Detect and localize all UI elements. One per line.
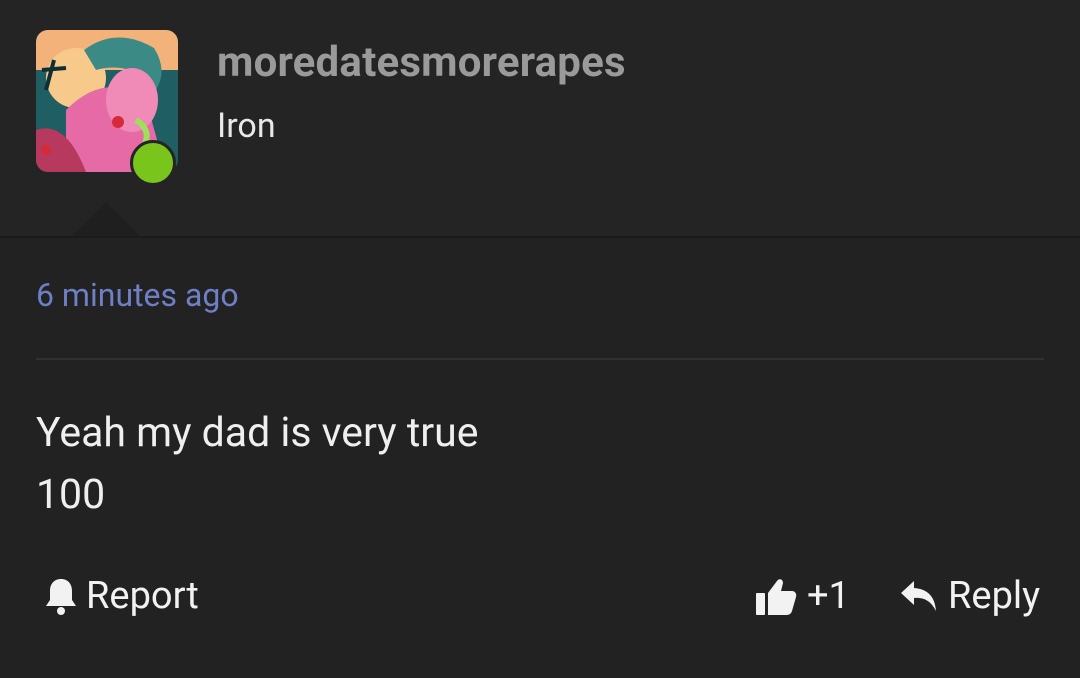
reply-button[interactable]: Reply <box>900 574 1040 618</box>
report-label: Report <box>86 574 199 618</box>
post-body-line: 100 <box>36 471 106 519</box>
post-header: moredatesmorerapes Iron <box>0 0 1080 238</box>
reply-label: Reply <box>948 574 1041 618</box>
report-button[interactable]: Report <box>44 574 199 618</box>
post-timestamp[interactable]: 6 minutes ago <box>36 276 239 314</box>
bell-icon <box>46 579 76 615</box>
reply-arrow-icon <box>901 581 936 611</box>
like-button[interactable]: +1 <box>755 574 850 618</box>
like-count: +1 <box>807 574 850 618</box>
user-rank: Iron <box>217 106 276 146</box>
header-pointer <box>72 202 140 236</box>
post-body-line: Yeah my dad is very true <box>36 409 479 457</box>
post-body: Yeah my dad is very true 100 <box>36 402 478 526</box>
online-status-indicator <box>130 140 176 186</box>
username[interactable]: moredatesmorerapes <box>217 38 626 87</box>
divider <box>36 358 1044 360</box>
thumbs-up-icon <box>756 579 797 615</box>
